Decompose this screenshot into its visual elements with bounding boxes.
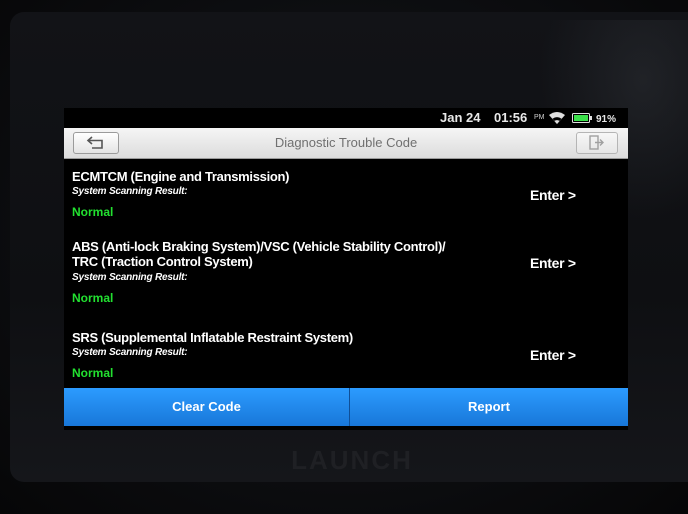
enter-button[interactable]: Enter >: [530, 187, 576, 203]
back-button[interactable]: [73, 132, 119, 154]
enter-button[interactable]: Enter >: [530, 347, 576, 363]
status-bar: Jan 24 01:56 PM 91%: [64, 108, 628, 128]
list-item[interactable]: ECMTCM (Engine and Transmission) System …: [64, 169, 628, 227]
exit-button[interactable]: [576, 132, 618, 154]
page-title: Diagnostic Trouble Code: [274, 135, 418, 150]
result-label: System Scanning Result:: [72, 272, 188, 283]
battery-percent: 91%: [596, 114, 617, 125]
result-label: System Scanning Result:: [72, 186, 188, 197]
wifi-icon: [549, 112, 565, 124]
back-arrow-icon: [86, 136, 103, 149]
list-item[interactable]: SRS (Supplemental Inflatable Restraint S…: [64, 330, 628, 388]
title-bar: Diagnostic Trouble Code: [64, 128, 628, 159]
enter-button[interactable]: Enter >: [530, 255, 576, 271]
photo-background: Jan 24 01:56 PM 91% Diagnostic Trouble C…: [0, 0, 688, 514]
result-status: Normal: [72, 291, 114, 305]
status-ampm: PM: [534, 114, 545, 121]
result-label: System Scanning Result:: [72, 347, 188, 358]
list-item[interactable]: ABS (Anti-lock Braking System)/VSC (Vehi…: [64, 239, 628, 319]
exit-icon: [589, 135, 604, 150]
battery-icon: [572, 113, 592, 123]
clear-code-button[interactable]: Clear Code: [64, 388, 350, 426]
device-screen: Jan 24 01:56 PM 91% Diagnostic Trouble C…: [64, 108, 628, 430]
system-name: ABS (Anti-lock Braking System)/VSC (Vehi…: [72, 239, 446, 269]
status-time: 01:56: [494, 110, 528, 125]
result-status: Normal: [72, 205, 114, 219]
report-button[interactable]: Report: [350, 388, 628, 426]
device-logo: LAUNCH: [291, 445, 413, 475]
status-date: Jan 24: [440, 110, 481, 125]
system-name: SRS (Supplemental Inflatable Restraint S…: [72, 330, 353, 345]
system-name: ECMTCM (Engine and Transmission): [72, 169, 290, 184]
action-bar: Clear Code Report: [64, 388, 628, 426]
result-status: Normal: [72, 366, 114, 380]
